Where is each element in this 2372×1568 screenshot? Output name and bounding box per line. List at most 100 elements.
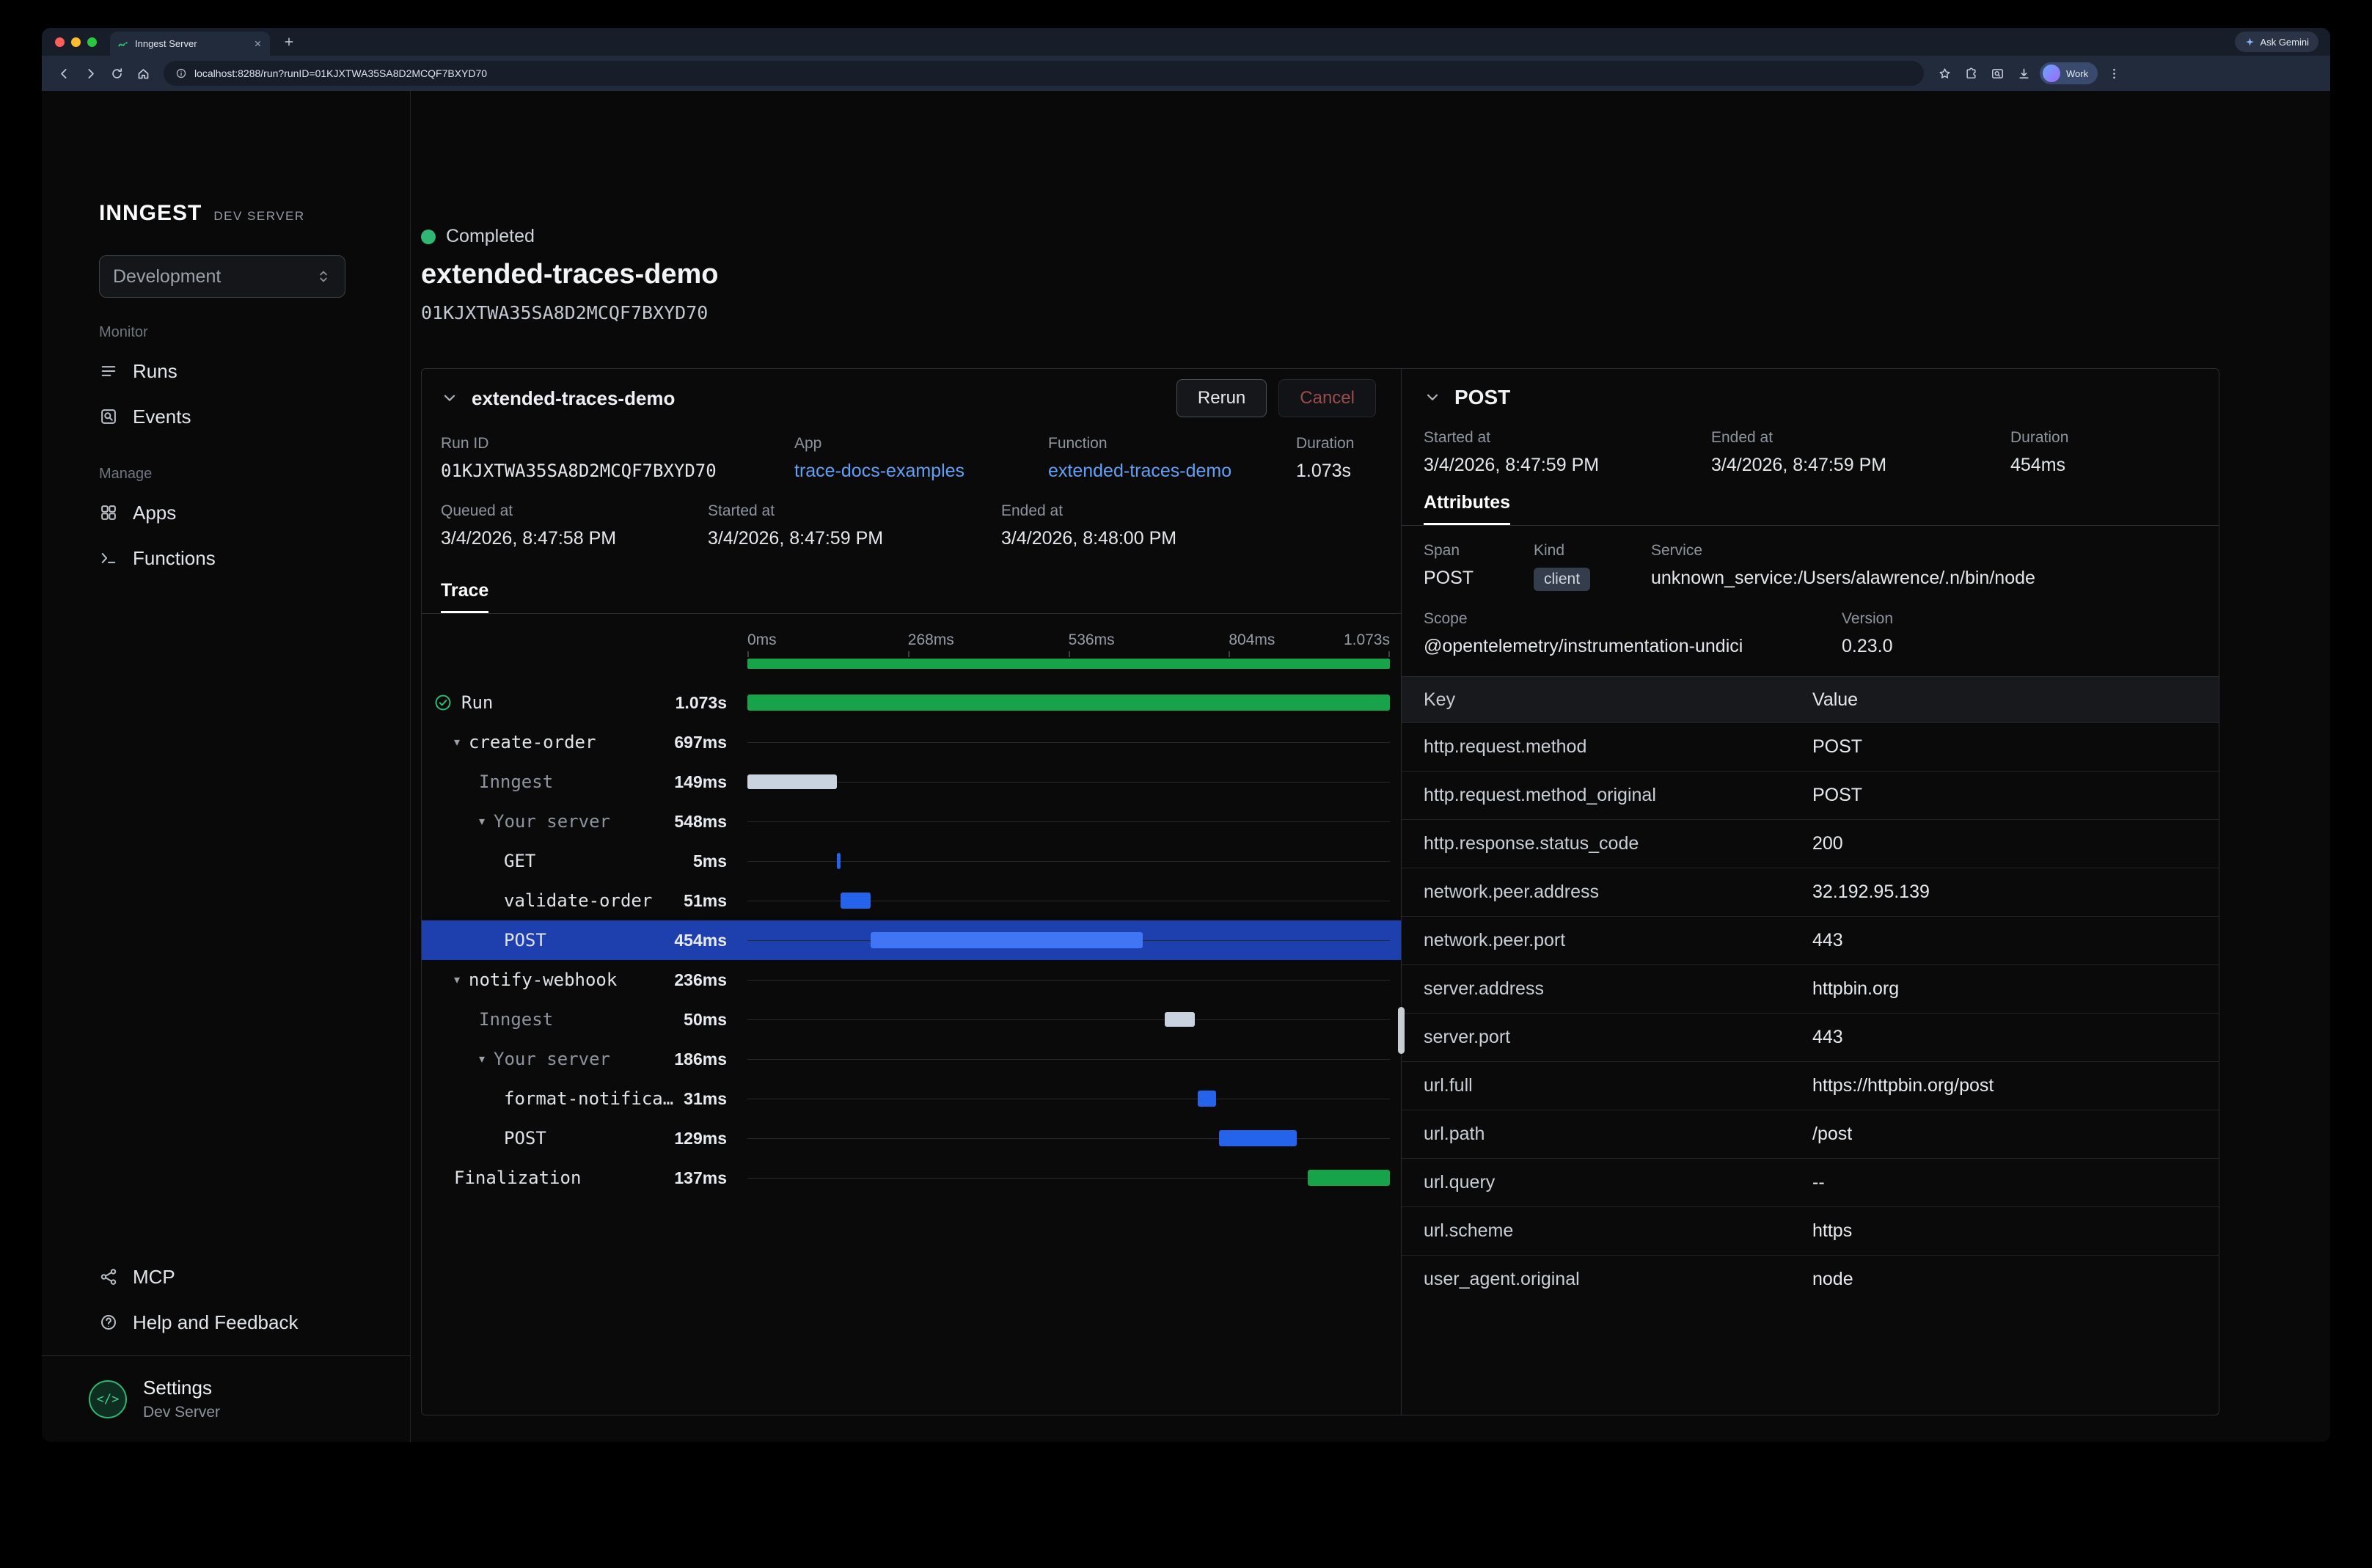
tab-close-icon[interactable]: [253, 39, 263, 48]
axis-tick-label: 804ms: [1229, 631, 1275, 649]
profile-label: Work: [2066, 68, 2088, 79]
trace-row-post[interactable]: POST454ms: [422, 920, 1401, 960]
cancel-button[interactable]: Cancel: [1278, 379, 1376, 417]
axis-tick: [747, 651, 749, 657]
reload-button[interactable]: [103, 60, 130, 87]
trace-row-your-server[interactable]: ▾Your server548ms: [422, 802, 1401, 841]
site-info-icon[interactable]: [175, 67, 187, 79]
trace-row-run[interactable]: Run1.073s: [422, 683, 1401, 722]
trace-row-finalization[interactable]: Finalization137ms: [422, 1158, 1401, 1198]
back-button[interactable]: [51, 60, 77, 87]
attribute-key: network.peer.address: [1402, 882, 1812, 903]
downloads-icon[interactable]: [2010, 60, 2037, 87]
search-tabs-icon[interactable]: [1984, 60, 2010, 87]
status-badge: Completed: [446, 226, 535, 247]
trace-row-validate-order[interactable]: validate-order51ms: [422, 881, 1401, 920]
sidebar-item-functions[interactable]: Functions: [99, 535, 388, 581]
browser-toolbar: localhost:8288/run?runID=01KJXTWA35SA8D2…: [42, 56, 2330, 91]
meta-label: App: [794, 435, 1048, 453]
attribute-value: 32.192.95.139: [1812, 882, 2219, 903]
attribute-row-url-scheme: url.schemehttps: [1402, 1206, 2219, 1255]
span-collapse-chevron-icon[interactable]: [1424, 389, 1441, 406]
rerun-button[interactable]: Rerun: [1176, 379, 1267, 417]
axis-tick: [1229, 651, 1230, 657]
trace-row-duration: 31ms: [422, 1089, 727, 1109]
pane-resize-handle[interactable]: [1398, 1007, 1405, 1054]
attribute-key: url.query: [1402, 1172, 1812, 1193]
span-tabbar: Attributes: [1402, 486, 2219, 526]
axis-tick-label: 536ms: [1069, 631, 1115, 649]
meta-value[interactable]: trace-docs-examples: [794, 461, 1048, 482]
minimize-window-button[interactable]: [71, 37, 81, 47]
trace-row-post[interactable]: POST129ms: [422, 1118, 1401, 1158]
profile-chip[interactable]: Work: [2040, 62, 2098, 84]
ask-gemini-button[interactable]: Ask Gemini: [2235, 32, 2318, 52]
trace-row-duration: 129ms: [422, 1129, 727, 1148]
trace-row-format-notifica[interactable]: format-notifica…31ms: [422, 1079, 1401, 1118]
sidebar-item-mcp[interactable]: MCP: [99, 1254, 298, 1300]
trace-span-bar: [837, 853, 840, 869]
tab-trace[interactable]: Trace: [441, 580, 488, 613]
new-tab-button[interactable]: [279, 32, 299, 52]
sidebar-item-apps[interactable]: Apps: [99, 490, 388, 535]
fullscreen-window-button[interactable]: [87, 37, 97, 47]
extensions-icon[interactable]: [1958, 60, 1984, 87]
sidebar-item-help-and-feedback[interactable]: Help and Feedback: [99, 1300, 298, 1345]
dev-server-badge: DEV SERVER: [213, 209, 304, 224]
address-bar[interactable]: localhost:8288/run?runID=01KJXTWA35SA8D2…: [164, 61, 1924, 86]
close-window-button[interactable]: [55, 37, 65, 47]
trace-row-inngest[interactable]: Inngest50ms: [422, 1000, 1401, 1039]
attribute-value: 443: [1812, 930, 2219, 951]
sidebar-settings[interactable]: </> Settings Dev Server: [42, 1355, 410, 1442]
attribute-value: https: [1812, 1220, 2219, 1242]
sidebar-item-label: Apps: [133, 502, 176, 524]
inngest-dev-server-app: INNGEST DEV SERVER Development Monitor R…: [42, 91, 2330, 1442]
attribute-row-url-full: url.fullhttps://httpbin.org/post: [1402, 1061, 2219, 1110]
trace-row-track: [747, 762, 1390, 802]
dev-server-settings-icon: </>: [89, 1380, 127, 1418]
sidebar: INNGEST DEV SERVER Development Monitor R…: [42, 91, 411, 1442]
sidebar-item-runs[interactable]: Runs: [99, 348, 388, 394]
meta-value: 3/4/2026, 8:47:59 PM: [708, 528, 1001, 549]
trace-row-notify-webhook[interactable]: ▾notify-webhook236ms: [422, 960, 1401, 1000]
trace-row-duration: 5ms: [422, 851, 727, 871]
trace-row-track: [747, 1118, 1390, 1158]
meta-value[interactable]: extended-traces-demo: [1048, 461, 1296, 482]
attribute-value: POST: [1812, 736, 2219, 758]
attribute-key: user_agent.original: [1402, 1269, 1812, 1290]
meta-label: Started at: [708, 502, 1001, 520]
trace-row-track: [747, 841, 1390, 881]
window-controls: [55, 37, 97, 47]
trace-row-your-server[interactable]: ▾Your server186ms: [422, 1039, 1401, 1079]
meta-label: Kind: [1534, 542, 1651, 560]
meta-value: 454ms: [2010, 455, 2068, 476]
browser-tab[interactable]: Inngest Server: [110, 32, 270, 56]
trace-row-inngest[interactable]: Inngest149ms: [422, 762, 1401, 802]
home-button[interactable]: [130, 60, 156, 87]
monitor-section-label: Monitor: [99, 324, 388, 341]
axis-tick-label: 1.073s: [1344, 631, 1390, 649]
sidebar-item-events[interactable]: Events: [99, 394, 388, 439]
trace-row-get[interactable]: GET5ms: [422, 841, 1401, 881]
meta-run-id: Run ID01KJXTWA35SA8D2MCQF7BXYD70: [441, 435, 794, 482]
meta-value: 1.073s: [1296, 461, 1354, 482]
meta-label: Function: [1048, 435, 1296, 453]
run-overview-span: [747, 659, 1390, 669]
tab-attributes[interactable]: Attributes: [1424, 492, 1510, 525]
trace-row-duration: 697ms: [422, 733, 727, 752]
trace-span-bar: [747, 695, 1390, 711]
attribute-key: url.full: [1402, 1075, 1812, 1096]
forward-button[interactable]: [77, 60, 103, 87]
bookmark-star-icon[interactable]: [1931, 60, 1958, 87]
manage-section-label: Manage: [99, 466, 388, 483]
environment-select[interactable]: Development: [99, 255, 345, 298]
collapse-chevron-icon[interactable]: [441, 389, 458, 407]
trace-span-bar: [1219, 1130, 1296, 1146]
span-info-row: SpanPOSTKindclientServiceunknown_service…: [1424, 542, 2197, 591]
browser-menu-icon[interactable]: [2101, 60, 2127, 87]
axis-tick-label: 0ms: [747, 631, 777, 649]
span-panel-header: POST: [1402, 369, 2219, 426]
trace-row-create-order[interactable]: ▾create-order697ms: [422, 722, 1401, 762]
meta-ended-at: Ended at3/4/2026, 8:48:00 PM: [1001, 502, 1176, 549]
trace-row-track: [747, 802, 1390, 841]
